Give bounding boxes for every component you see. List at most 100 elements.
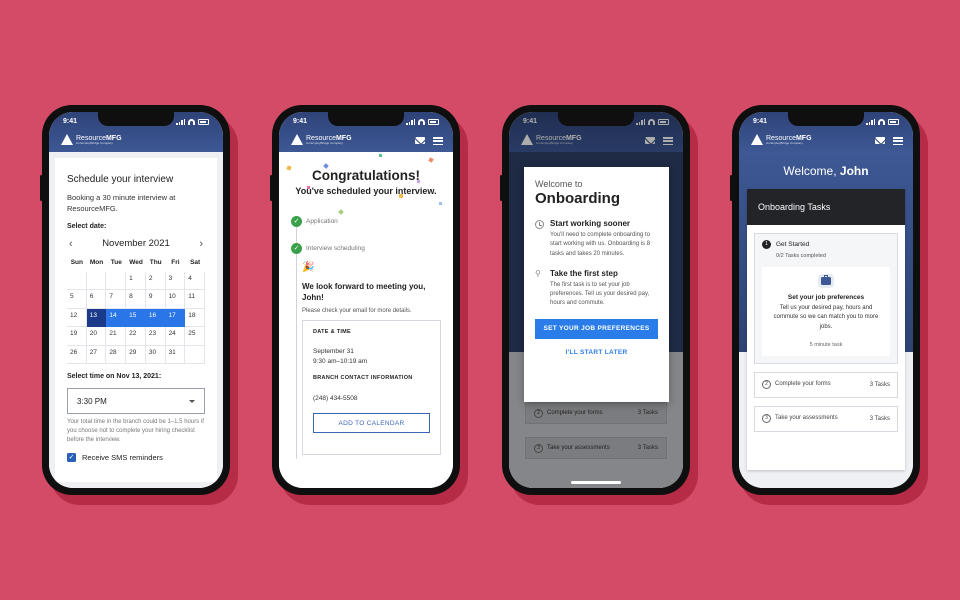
status-time: 9:41	[63, 118, 78, 125]
screen: 9:41 ResourceMFG An EmployBridge Company …	[49, 112, 223, 488]
weekday-header: Mon	[89, 258, 104, 266]
select-date-label: Select date:	[67, 222, 107, 230]
task-row-assessments[interactable]: 3 Take your assessments 3 Tasks	[754, 405, 898, 432]
status-time: 9:41	[753, 118, 768, 125]
mail-icon[interactable]	[415, 137, 425, 144]
group-title: Get Started	[776, 241, 810, 248]
weekday-header: Tue	[110, 258, 122, 266]
party-popper-icon: 🎉	[302, 261, 315, 273]
brand-logo[interactable]: ResourceMFG An EmployBridge Company	[61, 134, 122, 145]
start-later-button[interactable]: I'LL START LATER	[535, 349, 658, 356]
calendar-day[interactable]: 16	[145, 308, 166, 328]
check-circle-icon: ✓	[291, 215, 302, 227]
phone-onboarding-tasks: 9:41 ResourceMFG An EmployBridge Company …	[730, 105, 920, 495]
signal-icon	[176, 118, 185, 125]
logo-mark-icon	[61, 134, 73, 145]
hamburger-menu-icon[interactable]	[893, 137, 903, 145]
checkbox-checked-icon[interactable]: ✓	[67, 453, 76, 463]
calendar-day[interactable]: 21	[106, 327, 127, 346]
calendar-empty-cell	[185, 345, 205, 365]
calendar-day[interactable]: 28	[106, 345, 127, 365]
logo-mark-icon	[521, 134, 533, 145]
calendar-day[interactable]: 17	[165, 308, 186, 328]
signal-icon	[636, 118, 645, 125]
calendar-day[interactable]: 25	[185, 327, 205, 346]
sms-reminder-row[interactable]: ✓ Receive SMS reminders	[67, 453, 205, 463]
brand-logo: ResourceMFG An EmployBridge Company	[521, 134, 582, 145]
calendar-empty-cell	[67, 271, 87, 291]
calendar-day[interactable]: 8	[126, 290, 146, 309]
modal-title: Onboarding	[535, 190, 620, 207]
calendar-day[interactable]: 2	[145, 271, 166, 291]
calendar-day[interactable]: 19	[67, 327, 87, 346]
confetti-icon	[338, 209, 344, 215]
step-connector	[296, 253, 297, 459]
calendar-day[interactable]: 13	[86, 308, 107, 328]
task-description: Tell us your desired pay, hours and comm…	[773, 305, 879, 330]
calendar-day[interactable]: 10	[165, 290, 186, 309]
set-job-preferences-button[interactable]: SET YOUR JOB PREFERENCES	[535, 318, 658, 339]
add-to-calendar-button[interactable]: ADD TO CALENDAR	[313, 413, 430, 434]
calendar-day[interactable]: 7	[106, 290, 127, 309]
calendar-day[interactable]: 24	[165, 327, 186, 346]
calendar-day[interactable]: 31	[165, 345, 186, 365]
mail-icon[interactable]	[875, 137, 885, 144]
calendar-day[interactable]: 30	[145, 345, 166, 365]
notch	[98, 112, 174, 126]
brand-logo[interactable]: ResourceMFG An EmployBridge Company	[291, 134, 352, 145]
calendar-day[interactable]: 18	[185, 308, 205, 328]
calendar-day[interactable]: 9	[145, 290, 166, 309]
wifi-icon	[188, 118, 195, 125]
interview-time: 9:30 am–10:19 am	[313, 357, 368, 365]
calendar-day[interactable]: 4	[185, 271, 205, 291]
info-first-step: ⚲ Take the first step The first task is …	[535, 269, 658, 309]
calendar-day[interactable]: 12	[67, 308, 87, 328]
calendar-day[interactable]: 15	[126, 308, 146, 328]
wifi-icon	[648, 118, 655, 125]
confetti-icon	[307, 186, 310, 189]
time-select-value: 3:30 PM	[77, 396, 107, 406]
walking-icon: ⚲	[535, 268, 541, 278]
brand-logo[interactable]: ResourceMFG An EmployBridge Company	[751, 134, 812, 145]
calendar-day[interactable]: 29	[126, 345, 146, 365]
time-select[interactable]: 3:30 PM	[67, 388, 205, 415]
calendar-day[interactable]: 23	[145, 327, 166, 346]
hamburger-menu-icon[interactable]	[433, 137, 443, 145]
task-card-job-preferences[interactable]: Set your job preferences Tell us your de…	[762, 267, 890, 356]
calendar-day[interactable]: 26	[67, 345, 87, 365]
calendar-day[interactable]: 11	[185, 290, 205, 309]
time-hint: Your total time in the branch could be 1…	[67, 419, 204, 444]
check-circle-icon: ✓	[291, 242, 302, 254]
task-group-get-started[interactable]: 1 Get Started 0/2 Tasks completed Set yo…	[754, 233, 898, 364]
panel-title: Onboarding Tasks	[747, 189, 905, 225]
chevron-left-icon[interactable]: ‹	[67, 238, 75, 250]
weekday-header: Sat	[190, 258, 201, 266]
check-email-text: Please check your email for more details…	[302, 308, 412, 315]
screen: 9:41 ResourceMFG An EmployBridge Company …	[739, 112, 913, 488]
calendar-day[interactable]: 5	[67, 290, 87, 309]
calendar-day[interactable]: 27	[86, 345, 107, 365]
battery-icon	[658, 118, 669, 125]
schedule-content: Schedule your interview Booking a 30 min…	[49, 152, 223, 488]
step-interview-scheduling: ✓ Interview scheduling	[291, 242, 441, 254]
task-row-forms[interactable]: 2 Complete your forms 3 Tasks	[754, 371, 898, 398]
chevron-right-icon[interactable]: ›	[197, 238, 205, 250]
calendar-day[interactable]: 6	[86, 290, 107, 309]
branch-phone[interactable]: (248) 434-5508	[313, 394, 430, 404]
calendar-empty-cell	[86, 271, 107, 291]
weekday-header: Thu	[149, 258, 162, 266]
briefcase-icon	[821, 275, 831, 285]
calendar-day[interactable]: 22	[126, 327, 146, 346]
calendar-day[interactable]: 1	[126, 271, 146, 291]
confetti-icon	[379, 154, 382, 157]
branch-contact-label: BRANCH CONTACT INFORMATION	[313, 374, 413, 381]
calendar-day[interactable]: 20	[86, 327, 107, 346]
confetti-icon	[439, 202, 442, 205]
calendar-day[interactable]: 3	[165, 271, 186, 291]
onboarding-tasks-panel: Onboarding Tasks 1 Get Started 0/2 Tasks…	[747, 189, 905, 470]
calendar-day[interactable]: 14	[106, 308, 127, 328]
calendar-grid: Sun Mon Tue Wed Thu Fri Sat 1 2 3 4 5 6 7 8 9 10 11 12 13 14…	[67, 256, 205, 365]
wifi-icon	[418, 118, 425, 125]
screen: 9:41 ResourceMFGAn EmployBridge Company	[279, 112, 453, 488]
info-start-sooner: Start working sooner You'll need to comp…	[535, 219, 658, 259]
